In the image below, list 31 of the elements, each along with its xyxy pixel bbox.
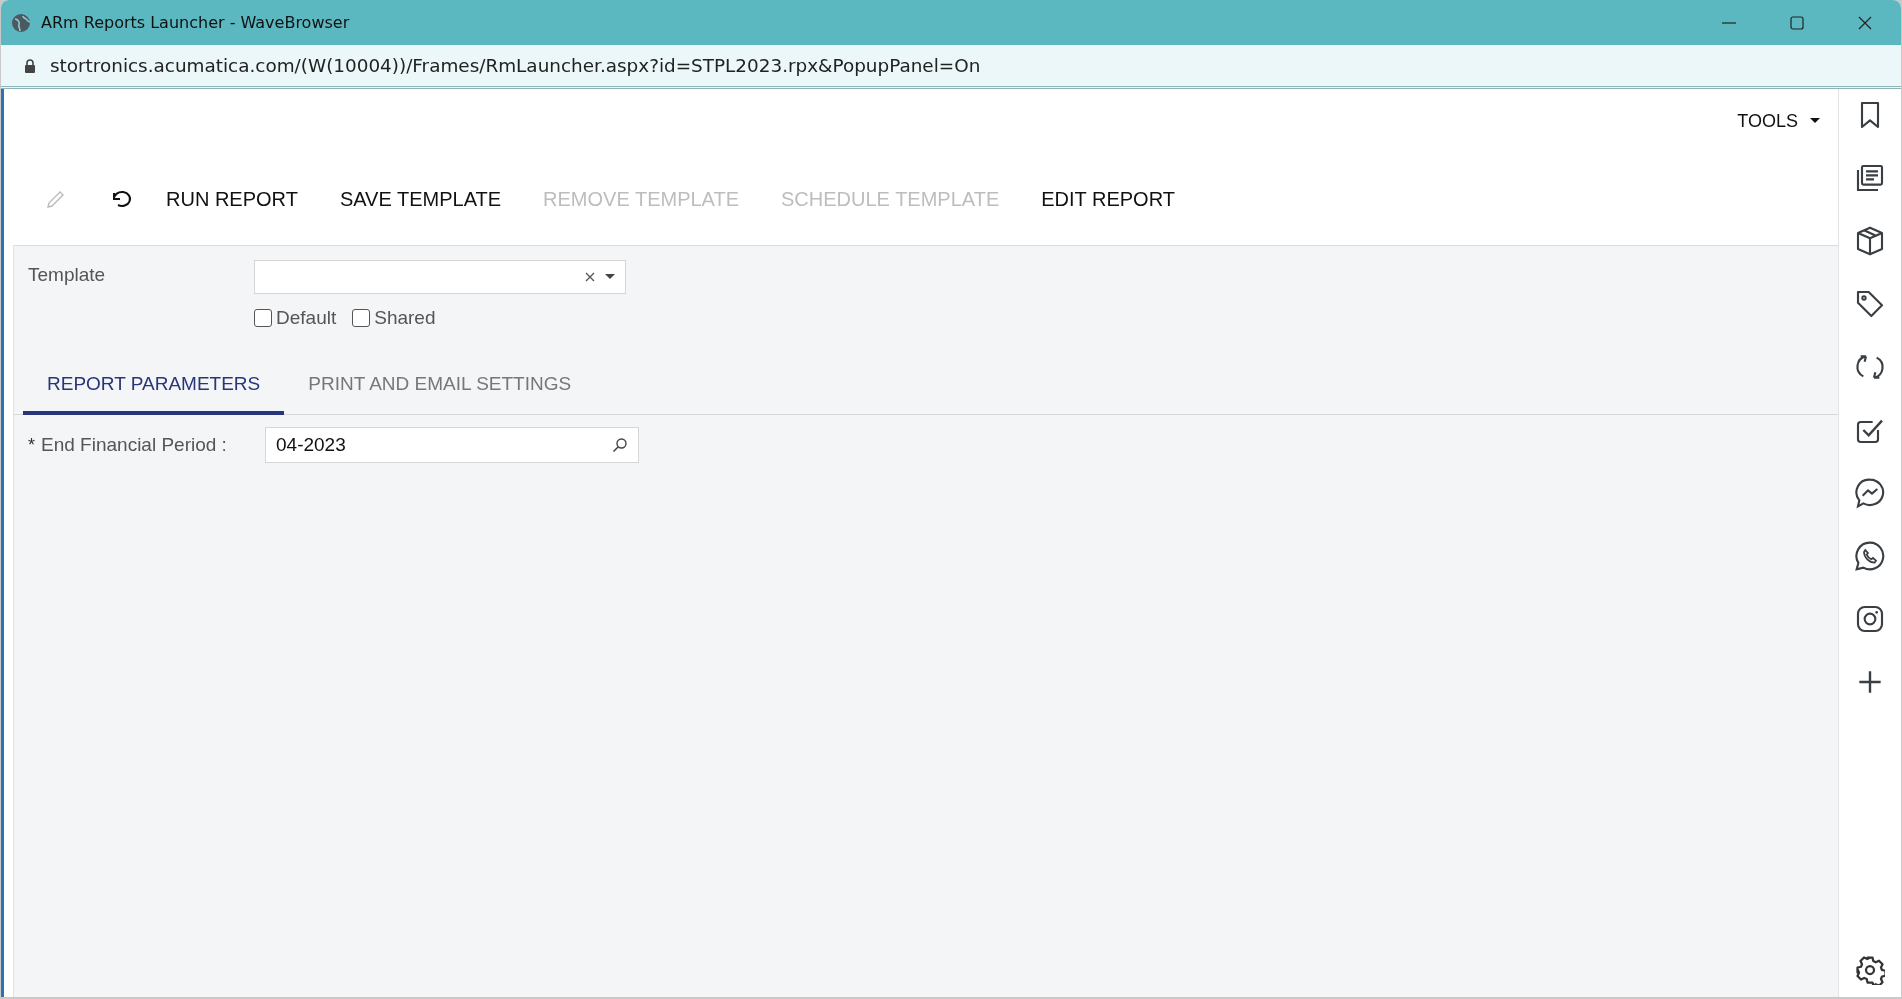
phone-bubble-icon[interactable] [1854, 540, 1886, 572]
settings-icon[interactable] [1855, 955, 1885, 985]
toolbar-button[interactable]: SAVE TEMPLATE [339, 181, 502, 217]
toolbar-button[interactable]: RUN REPORT [166, 181, 298, 217]
checkbox-label[interactable]: Default [276, 307, 337, 329]
globe-icon [11, 12, 31, 33]
period-input-field[interactable]: 04-2023 [265, 427, 639, 463]
camera-icon[interactable] [1854, 603, 1886, 635]
checkbox[interactable] [352, 309, 371, 327]
tag-icon[interactable] [1854, 288, 1886, 320]
window-title: ARm Reports Launcher - WaveBrowser [41, 13, 350, 32]
caret-icon[interactable] [1810, 118, 1820, 124]
field-label: End Financial Period : [41, 434, 228, 456]
dropdown-caret-icon[interactable] [605, 274, 615, 280]
field-label: Template [28, 263, 107, 287]
tab[interactable]: PRINT AND EMAIL SETTINGS [284, 363, 596, 415]
checkbox-label[interactable]: Shared [374, 307, 436, 329]
clear-icon[interactable] [585, 272, 595, 282]
toolbar-button[interactable]: EDIT REPORT [1041, 181, 1175, 217]
lock-icon [24, 58, 36, 73]
box-icon[interactable] [1854, 225, 1886, 257]
maximize-icon[interactable] [1789, 14, 1805, 31]
close-icon[interactable] [1857, 14, 1873, 31]
template-combo-field[interactable] [254, 260, 626, 294]
search-icon[interactable] [612, 437, 628, 453]
required-mark: * [28, 434, 35, 456]
chat-bubble-icon[interactable] [1854, 477, 1886, 509]
tab[interactable]: REPORT PARAMETERS [23, 363, 285, 415]
tools-menu-button[interactable]: TOOLS [1731, 106, 1826, 136]
checkbox[interactable] [254, 309, 272, 327]
documents-icon[interactable] [1854, 162, 1886, 194]
